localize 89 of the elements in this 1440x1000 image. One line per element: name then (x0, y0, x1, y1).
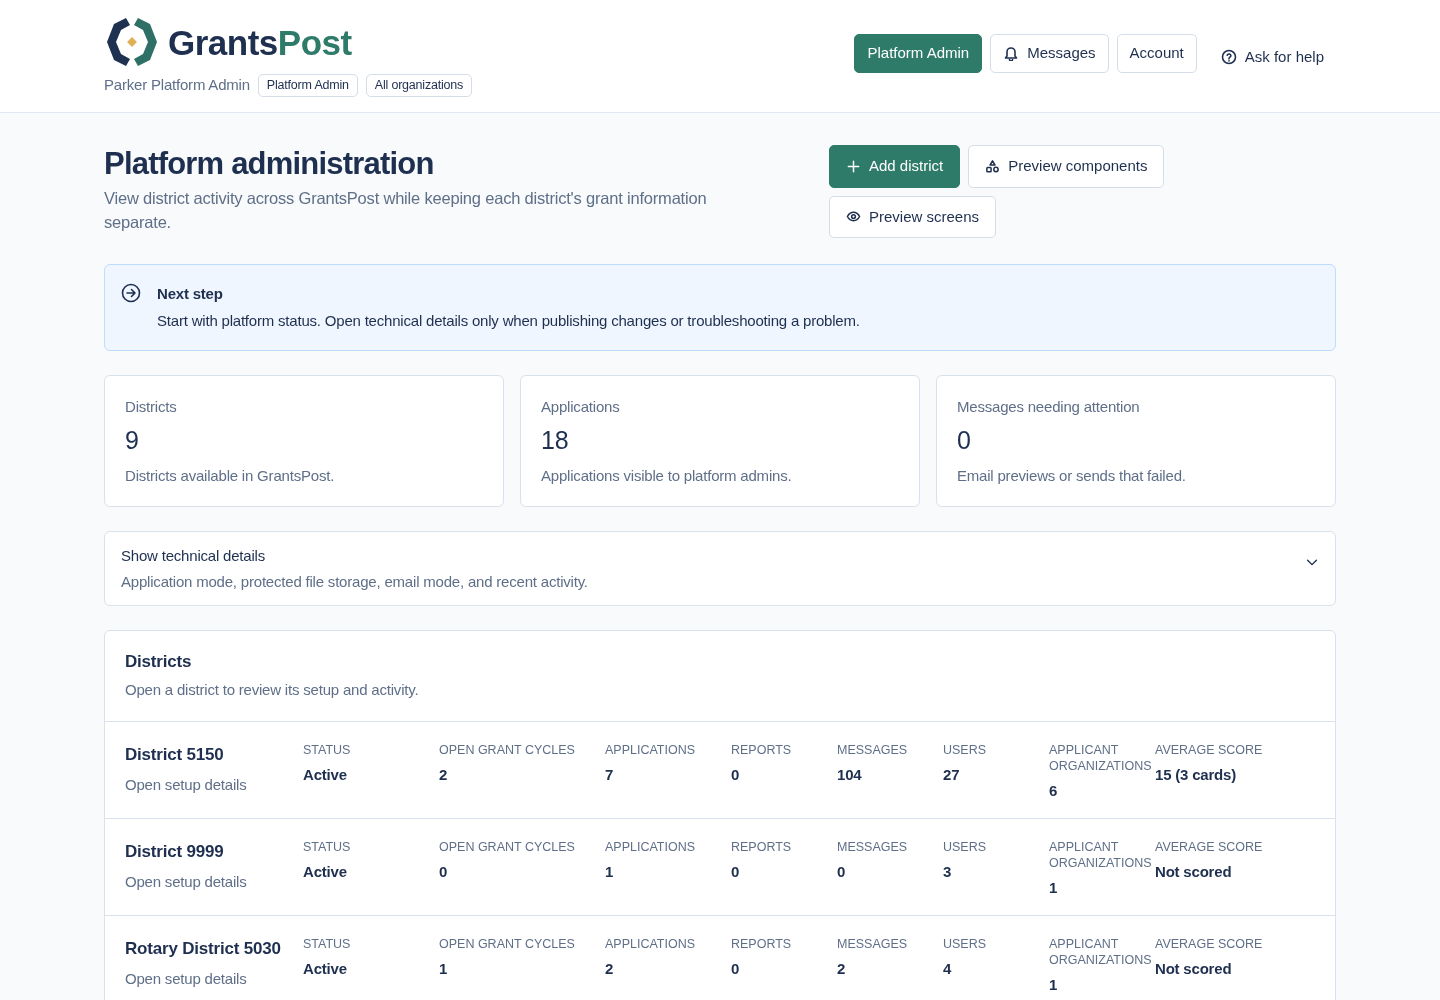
shapes-icon (985, 158, 1001, 174)
column-label: STATUS (303, 936, 352, 952)
nav-button[interactable]: Platform Admin (854, 34, 983, 73)
section-title: Districts (125, 651, 193, 673)
table-cell-text: 2 (605, 959, 615, 979)
role-badge: Platform Admin (257, 74, 358, 97)
details-title: Show technical details (121, 546, 267, 566)
column-label: REPORTS (731, 742, 793, 758)
page-subtitle: View district activity across GrantsPost while keeping each district's grant information separate. (104, 188, 708, 234)
nav-button[interactable]: Account (1116, 34, 1197, 73)
column-label: OPEN GRANT CYCLES (439, 839, 576, 855)
stat-label: Districts (125, 397, 178, 417)
table-cell-text: Active (303, 959, 348, 979)
table-cell-text: 3 (943, 862, 953, 882)
table-cell-text: 0 (731, 862, 741, 882)
arrow-circle-icon (121, 283, 141, 303)
column-label: USERS (943, 742, 988, 758)
user-name: Parker Platform Admin (104, 75, 250, 96)
table-cell-text: 1 (605, 862, 615, 882)
column-label: OPEN GRANT CYCLES (439, 936, 576, 952)
table-cell-text: 2 (439, 765, 449, 785)
plus-icon (846, 158, 861, 174)
setup-link[interactable]: Open setup details (125, 967, 247, 990)
nav-button[interactable]: Messages (990, 34, 1109, 73)
logo-icon (104, 16, 160, 68)
table-cell-text: 15 (3 cards) (1155, 765, 1237, 785)
stat-value: 0 (957, 424, 972, 455)
table-cell-text: 0 (731, 959, 741, 979)
table-cell-text: 0 (837, 862, 847, 882)
table-cell-text: 6 (1049, 781, 1059, 801)
table-cell-text: 4 (943, 959, 953, 979)
column-label: OPEN GRANT CYCLES (439, 742, 576, 758)
stat-note: Districts available in GrantsPost. (125, 465, 336, 486)
role-badge: All organizations (365, 74, 473, 97)
setup-link[interactable]: Open setup details (125, 773, 247, 796)
column-label: APPLICATIONS (605, 742, 697, 758)
table-cell-text: 0 (731, 765, 741, 785)
column-label: MESSAGES (837, 839, 909, 855)
notice-title: Next step (157, 284, 224, 304)
column-label: REPORTS (731, 936, 793, 952)
column-label: MESSAGES (837, 742, 909, 758)
stat-value: 9 (125, 424, 140, 455)
column-label: REPORTS (731, 839, 793, 855)
column-label: USERS (943, 839, 988, 855)
details-text: Application mode, protected file storage, email mode, and recent activity. (121, 571, 588, 592)
column-label: APPLICATIONS (605, 839, 697, 855)
table-cell-text: 1 (1049, 878, 1059, 898)
column-label: MESSAGES (837, 936, 909, 952)
details-toggle[interactable]: Show technical details Application mode, protected file storage, email mode, and recent activity. (104, 531, 1336, 606)
bell-icon (1003, 45, 1020, 62)
column-label: USERS (943, 936, 988, 952)
action-button[interactable]: Preview components (968, 145, 1165, 188)
table-cell-text: 104 (837, 765, 863, 785)
table-cell-text: Active (303, 862, 348, 882)
stat-note: Email previews or sends that failed. (957, 465, 1187, 486)
action-button[interactable]: Add district (829, 145, 961, 188)
table-cell-text: 7 (605, 765, 615, 785)
stat-label: Applications (541, 397, 621, 417)
column-label: APPLICATIONS (605, 936, 697, 952)
table-cell-text: 27 (943, 765, 961, 785)
district-name: Rotary District 5030 (125, 938, 282, 960)
column-label: APPLICANT ORGANIZATIONS (1049, 742, 1151, 774)
section-subtitle: Open a district to review its setup and activity. (125, 679, 420, 700)
district-name: District 9999 (125, 841, 225, 863)
page-title: Platform administration (104, 145, 435, 183)
setup-link[interactable]: Open setup details (125, 870, 247, 893)
table-cell-text: Not scored (1155, 862, 1233, 882)
column-label: STATUS (303, 742, 352, 758)
action-button[interactable]: Preview screens (829, 195, 997, 238)
stat-note: Applications visible to platform admins. (541, 465, 793, 486)
brand-name: GrantsPost (168, 24, 352, 60)
stat-label: Messages needing attention (957, 397, 1141, 417)
table-cell-text: Not scored (1155, 959, 1233, 979)
column-label: AVERAGE SCORE (1155, 936, 1264, 952)
column-label: STATUS (303, 839, 352, 855)
table-cell-text: Active (303, 765, 348, 785)
table-cell-text: 0 (439, 862, 449, 882)
help-icon (1220, 49, 1237, 66)
column-label: AVERAGE SCORE (1155, 839, 1264, 855)
help-link[interactable]: Ask for help (1220, 46, 1324, 69)
table-cell-text: 2 (837, 959, 847, 979)
table-cell-text: 1 (1049, 975, 1059, 995)
column-label: APPLICANT ORGANIZATIONS (1049, 839, 1151, 871)
column-label: APPLICANT ORGANIZATIONS (1049, 936, 1151, 968)
table-cell-text: 1 (439, 959, 449, 979)
district-name: District 5150 (125, 744, 225, 766)
column-label: AVERAGE SCORE (1155, 742, 1264, 758)
stat-value: 18 (541, 424, 570, 455)
notice-text: Start with platform status. Open technical details only when publishing changes or troubleshooting a problem. (157, 310, 860, 331)
